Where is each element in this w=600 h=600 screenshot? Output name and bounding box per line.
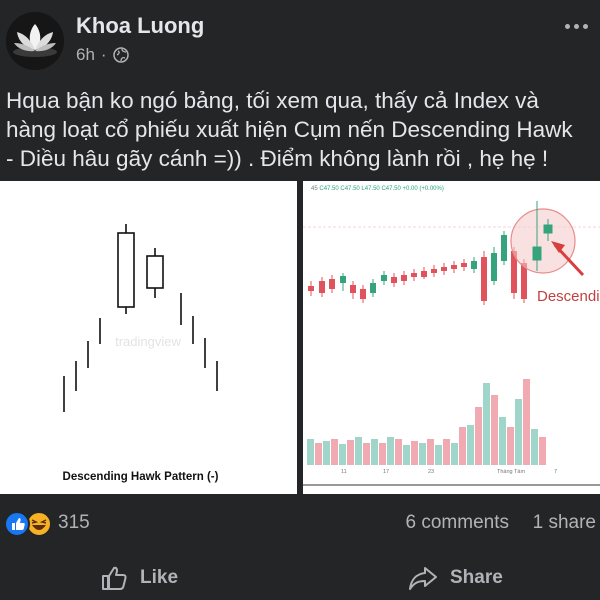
more-options-button[interactable] <box>562 16 590 36</box>
descending-hawk-diagram: tradingview <box>63 224 218 412</box>
like-button[interactable]: Like <box>100 560 178 596</box>
post-text-line: - Diều hâu gãy cánh =)) . Điểm không làn… <box>6 146 549 171</box>
stock-chart-image[interactable]: 45 C47.50 C47.50 L47.50 C47.50 +0.00 (+0… <box>303 181 600 494</box>
avatar[interactable] <box>6 12 64 70</box>
toolbar-value: C47.50 <box>381 186 401 192</box>
x-axis-label: Tháng Tám <box>497 469 526 475</box>
reaction-icons[interactable] <box>4 511 54 537</box>
share-label: Share <box>450 567 503 588</box>
post-text: Hqua bận ko ngó bảng, tối xem qua, thấy … <box>6 86 598 173</box>
toolbar-value: C47.50 <box>319 186 339 192</box>
toolbar-value: C47.50 <box>340 186 360 192</box>
author-name[interactable]: Khoa Luong <box>76 13 204 39</box>
meta-separator: · <box>100 45 107 64</box>
more-dot-icon <box>582 23 588 29</box>
post-actions: Like Share <box>0 556 600 600</box>
share-button[interactable]: Share <box>408 560 503 596</box>
shares-count[interactable]: 1 share <box>533 512 596 534</box>
x-axis-label: 23 <box>428 469 435 475</box>
comments-count[interactable]: 6 comments <box>406 512 509 534</box>
stock-chart <box>303 201 600 486</box>
more-dot-icon <box>573 23 579 29</box>
callout-label: Descending <box>537 288 600 305</box>
toolbar-value: 45 <box>311 186 318 192</box>
post-time[interactable]: 6h <box>76 45 95 65</box>
post-meta: 6h · <box>76 45 129 65</box>
more-dot-icon <box>564 23 570 29</box>
lotus-avatar-icon <box>6 12 64 70</box>
x-axis-label: 11 <box>341 469 347 475</box>
pattern-diagram-image[interactable]: tradingview Descending Hawk Pattern (-) <box>0 181 297 494</box>
x-axis-label: 7 <box>554 469 558 475</box>
post-text-line: hàng loạt cổ phiếu xuất hiện Cụm nến Des… <box>6 117 573 142</box>
diagram-watermark: tradingview <box>115 334 181 349</box>
highlight-circle <box>510 208 576 274</box>
thumbs-up-icon <box>102 566 127 590</box>
toolbar-value: L47.50 <box>361 186 380 192</box>
share-arrow-icon <box>409 567 437 590</box>
reaction-count[interactable]: 315 <box>58 512 90 534</box>
post-text-line: Hqua bận ko ngó bảng, tối xem qua, thấy … <box>6 88 539 113</box>
post-header: Khoa Luong 6h · <box>0 0 600 72</box>
reactions-bar: 315 6 comments 1 share <box>0 508 600 540</box>
like-label: Like <box>140 567 179 588</box>
like-reaction-icon <box>4 511 30 537</box>
chart-toolbar: 45 C47.50 C47.50 L47.50 C47.50 +0.00 (+0… <box>311 186 444 192</box>
x-axis-label: 17 <box>383 469 390 475</box>
toolbar-value: +0.00 (+0.00%) <box>402 186 444 192</box>
post-media: tradingview Descending Hawk Pattern (-) <box>0 181 600 494</box>
haha-reaction-icon <box>26 511 52 537</box>
diagram-caption: Descending Hawk Pattern (-) <box>62 471 219 483</box>
globe-icon <box>112 47 129 63</box>
